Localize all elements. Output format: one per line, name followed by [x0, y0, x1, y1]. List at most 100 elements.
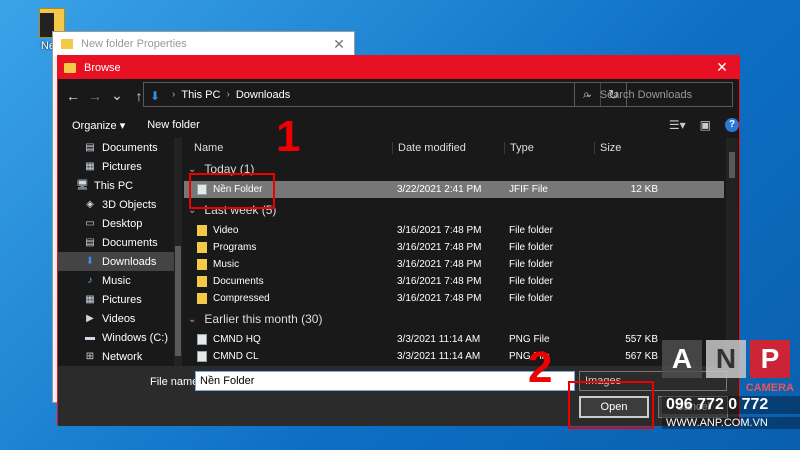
download-icon: ⬇	[150, 88, 161, 103]
chevron-right-icon: ›	[172, 89, 176, 100]
nav-item-label: Windows (C:)	[102, 331, 169, 344]
nav-item-label: This PC	[94, 179, 134, 192]
file-name-cell: Programs	[184, 242, 392, 253]
file-name-cell: Video	[184, 225, 392, 236]
file-row[interactable]: CMND HQ 3/3/2021 11:14 AM PNG File 557 KB	[184, 331, 724, 348]
nav-item[interactable]: ▶ Videos	[58, 309, 174, 328]
scrollbar-thumb[interactable]	[175, 246, 181, 356]
highlight-box-file	[189, 173, 275, 209]
file-row[interactable]: Video 3/16/2021 7:48 PM File folder	[184, 222, 724, 239]
file-name-text: Video	[213, 225, 239, 236]
back-button[interactable]: ←	[62, 88, 84, 104]
nav-item[interactable]: ▭ Desktop	[58, 214, 174, 233]
file-date-cell: 3/16/2021 7:48 PM	[397, 293, 482, 304]
nav-item-label: Downloads	[102, 255, 157, 268]
column-size[interactable]: Size	[594, 141, 664, 154]
nav-item[interactable]: ▬ Windows (C:)	[58, 328, 174, 347]
file-size-cell: 567 KB	[625, 351, 658, 362]
organize-button[interactable]: Organize ▾	[72, 119, 125, 132]
forward-button[interactable]: →	[84, 88, 106, 104]
properties-titlebar: New folder Properties ✕	[53, 32, 354, 56]
file-type-cell: File folder	[509, 276, 553, 287]
document-icon: ▤	[85, 237, 95, 248]
file-name-text: Programs	[213, 242, 257, 253]
file-type-cell: File folder	[509, 225, 553, 236]
file-row[interactable]: Music 3/16/2021 7:48 PM File folder	[184, 256, 724, 273]
nav-item[interactable]: ◈ 3D Objects	[58, 195, 174, 214]
file-row[interactable]: Programs 3/16/2021 7:48 PM File folder	[184, 239, 724, 256]
folder-icon	[197, 259, 207, 270]
nav-item[interactable]: ⊞ Network	[58, 347, 174, 366]
file-name-cell: Music	[184, 259, 392, 270]
file-date-cell: 3/16/2021 7:48 PM	[397, 225, 482, 236]
file-row[interactable]: Documents 3/16/2021 7:48 PM File folder	[184, 273, 724, 290]
file-row[interactable]: Compressed 3/16/2021 7:48 PM File folder	[184, 290, 724, 307]
folder-icon	[197, 225, 207, 236]
breadcrumb-downloads[interactable]: Downloads	[236, 89, 290, 101]
column-date-modified[interactable]: Date modified	[392, 141, 504, 154]
file-name-text: Music	[213, 259, 240, 270]
nav-item[interactable]: 🖥 This PC	[58, 176, 174, 195]
file-name-cell: Compressed	[184, 293, 392, 304]
chevron-down-icon: ⌄	[188, 313, 197, 325]
nav-item[interactable]: ▦ Pictures	[58, 290, 174, 309]
nav-item-label: Music	[102, 274, 131, 287]
group-header[interactable]: ⌄ Earlier this month (30)	[184, 307, 724, 331]
dialog-title: Browse	[84, 61, 121, 74]
file-date-cell: 3/16/2021 7:48 PM	[397, 276, 482, 287]
watermark-tagline: CAMERA	[745, 382, 794, 394]
properties-title: New folder Properties	[81, 38, 187, 50]
folder-icon	[64, 62, 76, 73]
network-icon: ⊞	[85, 351, 95, 362]
scrollbar-thumb[interactable]	[729, 152, 735, 178]
breadcrumb-this-pc[interactable]: This PC	[181, 89, 220, 101]
file-row[interactable]: CMND CL 3/3/2021 11:14 AM PNG File 567 KB	[184, 348, 724, 365]
file-name-text: CMND CL	[213, 351, 259, 362]
new-folder-button[interactable]: New folder	[147, 119, 200, 131]
navigation-scrollbar[interactable]	[174, 138, 182, 366]
file-name-label: File name:	[150, 376, 202, 388]
help-icon[interactable]: ?	[725, 118, 739, 132]
file-name-cell: CMND HQ	[184, 334, 392, 345]
file-name-text: Documents	[213, 276, 264, 287]
chevron-right-icon: ›	[226, 89, 230, 100]
logo-letter-n: N	[706, 340, 746, 378]
preview-pane-icon[interactable]: ▣	[700, 118, 711, 132]
address-bar[interactable]: ⬇ › This PC › Downloads ⌄ ↻	[143, 82, 627, 107]
nav-item[interactable]: ▦ Pictures	[58, 157, 174, 176]
step-number-1: 1	[276, 112, 301, 161]
nav-item[interactable]: ⬇ Downloads	[58, 252, 174, 271]
nav-item[interactable]: ♪ Music	[58, 271, 174, 290]
view-options-icon[interactable]: ☰▾	[669, 118, 686, 132]
column-type[interactable]: Type	[504, 141, 594, 154]
file-name-input[interactable]: Nền Folder	[195, 371, 575, 391]
file-size-cell: 557 KB	[625, 334, 658, 345]
highlight-box-open	[568, 381, 654, 429]
step-number-2: 2	[528, 343, 553, 392]
nav-item-label: Documents	[102, 141, 158, 154]
search-input[interactable]: ⌕ Search Downloads	[574, 82, 733, 107]
file-date-cell: 3/16/2021 7:48 PM	[397, 259, 482, 270]
picture-icon: ▦	[85, 294, 95, 305]
logo-letter-a: A	[662, 340, 702, 378]
file-type-cell: File folder	[509, 242, 553, 253]
recent-locations-button[interactable]: ⌄	[106, 87, 128, 104]
column-headers: Name Date modified Type Size	[184, 138, 724, 157]
file-list-scrollbar[interactable]	[726, 138, 738, 366]
nav-item[interactable]: ▤ Documents	[58, 138, 174, 157]
file-size-cell: 12 KB	[630, 184, 658, 195]
drive-icon: ▬	[85, 332, 95, 343]
document-icon: ▤	[85, 142, 95, 153]
nav-item-label: Pictures	[102, 293, 142, 306]
nav-item-label: Documents	[102, 236, 158, 249]
download-icon: ⬇	[85, 256, 95, 267]
close-icon[interactable]: ✕	[324, 36, 354, 53]
nav-item-label: Pictures	[102, 160, 142, 173]
nav-item-label: Desktop	[102, 217, 143, 230]
image-file-icon	[197, 351, 207, 362]
close-icon[interactable]: ✕	[705, 59, 739, 76]
watermark-website: WWW.ANP.COM.VN	[662, 417, 800, 429]
nav-item[interactable]: ▤ Documents	[58, 233, 174, 252]
command-bar: Organize ▾ New folder ☰▾ ▣ ?	[58, 114, 739, 136]
folder-icon	[197, 293, 207, 304]
